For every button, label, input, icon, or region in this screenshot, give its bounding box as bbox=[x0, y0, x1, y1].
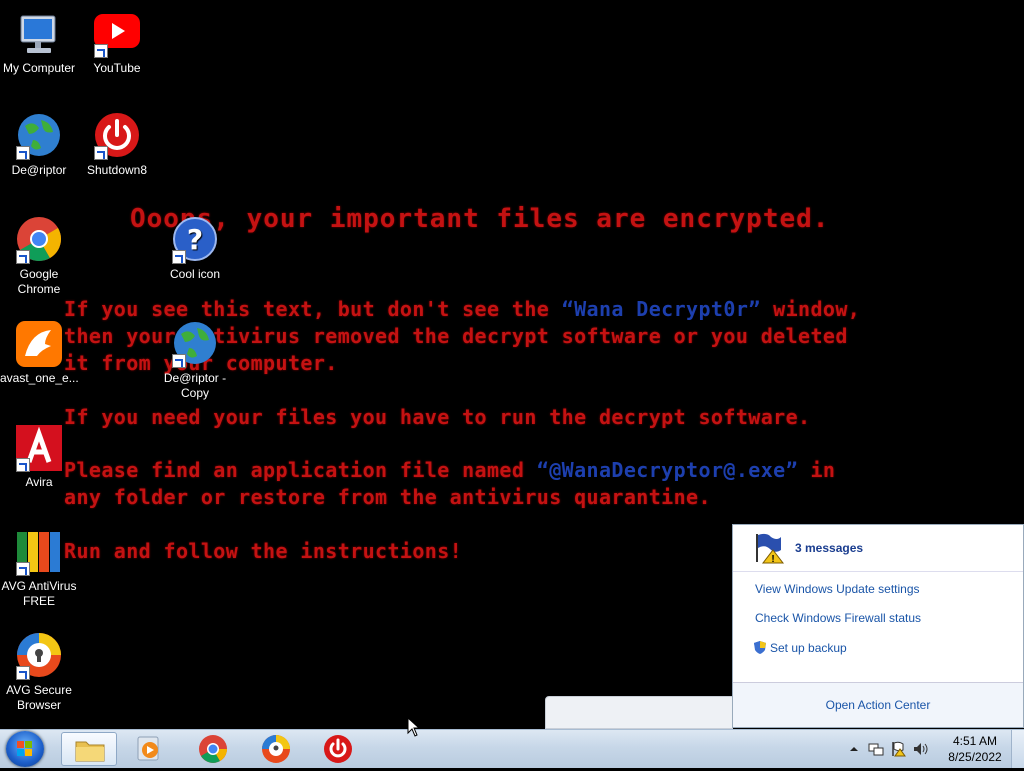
shortcut-arrow-icon bbox=[16, 458, 30, 472]
ransom-title: Ooops, your important files are encrypte… bbox=[130, 204, 830, 234]
avira-icon bbox=[15, 424, 63, 472]
action-center-flag-icon: ! bbox=[756, 533, 785, 564]
taskbar-chrome[interactable] bbox=[185, 732, 241, 766]
taskbar-shutdown8[interactable] bbox=[310, 732, 366, 766]
network-icon[interactable] bbox=[868, 741, 884, 757]
shortcut-arrow-icon bbox=[16, 666, 30, 680]
desktop-icon-youtube[interactable]: YouTube bbox=[78, 10, 156, 76]
shortcut-arrow-icon bbox=[16, 562, 30, 576]
avg-browser-icon bbox=[15, 632, 63, 680]
action-center-flag-icon[interactable] bbox=[890, 741, 906, 757]
shortcut-arrow-icon bbox=[16, 146, 30, 160]
action-center-footer: Open Action Center bbox=[733, 682, 1023, 727]
desktop-icon-decriptor-copy[interactable]: De@riptor - Copy bbox=[156, 320, 234, 401]
globe-icon bbox=[171, 320, 219, 368]
desktop-icon-avast[interactable]: avast_one_e... bbox=[0, 320, 79, 386]
ransom-line: any folder or restore from the antivirus… bbox=[64, 485, 711, 509]
shield-icon bbox=[754, 641, 766, 654]
clock-date: 8/25/2022 bbox=[948, 750, 1002, 764]
clock-time: 4:51 AM bbox=[952, 734, 998, 748]
youtube-icon bbox=[93, 10, 141, 58]
ransom-line: If you need your files you have to run t… bbox=[64, 405, 811, 429]
windows-update-settings-link[interactable]: View Windows Update settings bbox=[755, 582, 1023, 597]
desktop-icon-avira[interactable]: Avira bbox=[0, 424, 78, 490]
svg-text:?: ? bbox=[187, 223, 203, 256]
power-icon bbox=[324, 735, 352, 763]
taskbar-avg-secure-browser[interactable] bbox=[248, 732, 304, 766]
avg-browser-icon bbox=[262, 735, 290, 763]
globe-icon bbox=[15, 112, 63, 160]
svg-text:!: ! bbox=[771, 554, 774, 564]
power-icon bbox=[93, 112, 141, 160]
folder-icon bbox=[75, 741, 105, 762]
taskbar-media-player[interactable] bbox=[122, 732, 178, 766]
chrome-icon bbox=[15, 216, 63, 264]
ransom-line: Run and follow the instructions! bbox=[64, 539, 463, 563]
ransom-line: If you see this text, but don't see the … bbox=[64, 297, 861, 321]
volume-icon[interactable] bbox=[912, 741, 928, 757]
shortcut-arrow-icon bbox=[94, 146, 108, 160]
system-tray: 4:51 AM 8/25/2022 bbox=[840, 730, 1006, 768]
shortcut-arrow-icon bbox=[94, 44, 108, 58]
desktop-icon-decriptor[interactable]: De@riptor bbox=[0, 112, 78, 178]
action-center-header: ! 3 messages bbox=[733, 525, 1023, 572]
notification-tile bbox=[545, 696, 733, 729]
shortcut-arrow-icon bbox=[16, 250, 30, 264]
media-player-icon bbox=[137, 736, 159, 761]
computer-icon bbox=[15, 10, 63, 58]
mouse-cursor-icon bbox=[407, 717, 421, 737]
clock[interactable]: 4:51 AM 8/25/2022 bbox=[944, 733, 1006, 765]
desktop-icon-cool-icon[interactable]: ? Cool icon bbox=[156, 216, 234, 282]
show-hidden-icons-chevron-icon[interactable] bbox=[846, 741, 862, 757]
messages-count: 3 messages bbox=[795, 541, 864, 555]
start-button[interactable] bbox=[6, 731, 44, 767]
desktop-icon-shutdown8[interactable]: Shutdown8 bbox=[78, 112, 156, 178]
shortcut-arrow-icon bbox=[172, 250, 186, 264]
desktop-icon-chrome[interactable]: Google Chrome bbox=[0, 216, 78, 297]
windows-logo-icon bbox=[17, 741, 32, 756]
action-center-popup: ! 3 messages View Windows Update setting… bbox=[732, 524, 1024, 728]
taskbar-file-explorer[interactable] bbox=[61, 732, 117, 766]
desktop-icon-avg-secure-browser[interactable]: AVG Secure Browser bbox=[0, 632, 78, 713]
avg-icon bbox=[15, 528, 63, 576]
desktop-icon-avg-antivirus[interactable]: AVG AntiVirus FREE bbox=[0, 528, 78, 609]
firewall-status-link[interactable]: Check Windows Firewall status bbox=[755, 611, 1023, 626]
shortcut-arrow-icon bbox=[172, 354, 186, 368]
help-question-icon: ? bbox=[171, 216, 219, 264]
avast-icon bbox=[15, 320, 63, 368]
ransom-line: Please find an application file named “@… bbox=[64, 458, 836, 482]
show-desktop-button[interactable] bbox=[1011, 730, 1024, 768]
chrome-icon bbox=[199, 735, 227, 763]
desktop-icon-my-computer[interactable]: My Computer bbox=[0, 10, 78, 76]
taskbar: 4:51 AM 8/25/2022 bbox=[0, 729, 1024, 768]
set-up-backup-link[interactable]: Set up backup bbox=[753, 640, 1023, 655]
open-action-center-link[interactable]: Open Action Center bbox=[826, 698, 931, 712]
